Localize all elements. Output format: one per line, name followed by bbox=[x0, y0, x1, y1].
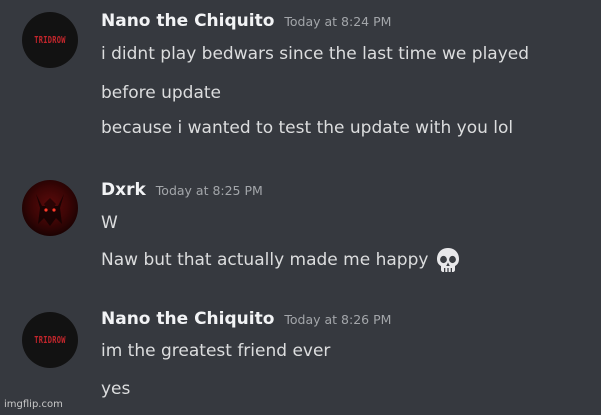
skull-emoji-icon bbox=[437, 248, 460, 272]
message-text: i didnt play bedwars since the last time… bbox=[101, 44, 530, 64]
message-text: because i wanted to test the update with… bbox=[101, 118, 514, 138]
timestamp: Today at 8:25 PM bbox=[155, 183, 263, 198]
timestamp: Today at 8:26 PM bbox=[284, 312, 392, 327]
timestamp: Today at 8:24 PM bbox=[284, 14, 392, 29]
avatar[interactable] bbox=[22, 180, 78, 236]
message-text: im the greatest friend ever bbox=[101, 341, 331, 361]
message-text: Naw but that actually made me happy bbox=[101, 250, 429, 270]
avatar-logo: TRIDROW bbox=[34, 334, 66, 346]
username[interactable]: Nano the Chiquito bbox=[101, 309, 274, 329]
message-header: Nano the Chiquito Today at 8:26 PM bbox=[101, 309, 391, 333]
avatar-logo: TRIDROW bbox=[34, 34, 66, 46]
message-text: before update bbox=[101, 83, 222, 103]
demon-avatar-icon bbox=[36, 194, 64, 226]
username[interactable]: Dxrk bbox=[101, 180, 146, 200]
avatar[interactable]: TRIDROW bbox=[22, 12, 78, 68]
message-line: Naw but that actually made me happy bbox=[101, 246, 462, 274]
message-header: Dxrk Today at 8:25 PM bbox=[101, 180, 263, 204]
message-text: yes bbox=[101, 379, 131, 399]
chat-log: TRIDROW Nano the Chiquito Today at 8:24 … bbox=[0, 0, 601, 415]
message-text: W bbox=[101, 213, 118, 233]
message-header: Nano the Chiquito Today at 8:24 PM bbox=[101, 11, 391, 35]
username[interactable]: Nano the Chiquito bbox=[101, 11, 274, 31]
avatar[interactable]: TRIDROW bbox=[22, 312, 78, 368]
watermark: imgflip.com bbox=[4, 399, 63, 410]
